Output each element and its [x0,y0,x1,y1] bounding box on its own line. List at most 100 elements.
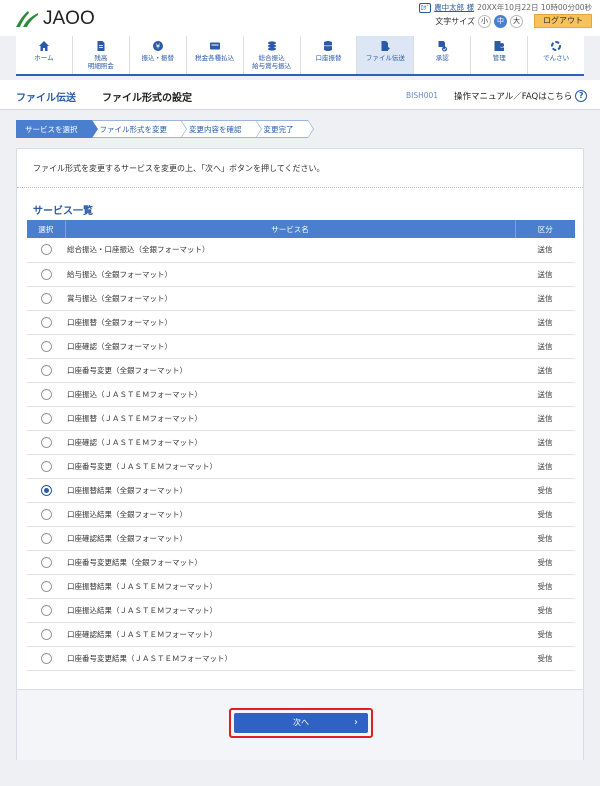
table-row[interactable]: 口座振替結果（ＪＡＳＴＥＭフォーマット） 受信 [27,574,575,599]
service-radio[interactable] [40,508,52,520]
section-title: サービス一覧 [33,206,93,217]
nav-admin[interactable]: 管理 [471,36,529,74]
nav-label: 税金各種払込 [195,54,235,62]
service-name: 賞与振込（全銀フォーマット） [65,286,515,311]
table-row[interactable]: 口座番号変更結果（ＪＡＳＴＥＭフォーマット） 受信 [27,646,575,671]
manual-faq-link[interactable]: 操作マニュアル／FAQはこちら ? [454,90,588,102]
table-row[interactable]: 口座振替（全銀フォーマット） 送信 [27,310,575,335]
select-cell [27,454,65,479]
table-row[interactable]: 口座振込結果（全銀フォーマット） 受信 [27,502,575,527]
action-area: 次へ › [17,689,583,760]
table-row[interactable]: 口座番号変更（全銀フォーマット） 送信 [27,358,575,383]
service-radio[interactable] [40,436,52,448]
service-name: 口座確認結果（全銀フォーマット） [65,526,515,551]
nav-transfer[interactable]: ¥ 振込・振替 [130,36,187,74]
service-radio[interactable] [40,580,52,592]
select-cell [27,502,65,527]
table-row[interactable]: 給与振込（全銀フォーマット） 送信 [27,262,575,287]
page-title-bar: ファイル伝送 ファイル形式の設定 BISH001 操作マニュアル／FAQはこちら… [0,80,600,110]
nav-account-transfer[interactable]: 口座振替 [301,36,358,74]
top-bar: JAOO ﾛｸﾞ 農中太郎 様 20XX年10月22日 10時00分00秒 文字… [0,0,600,36]
logo: JAOO [14,8,95,30]
service-name: 口座番号変更結果（全銀フォーマット） [65,550,515,575]
service-radio[interactable] [40,388,52,400]
nav-label: 残高 明細照会 [87,54,114,70]
step-complete: 変更完了 [255,120,314,138]
svg-text:¥: ¥ [156,43,161,51]
font-size-large-button[interactable]: 大 [510,14,523,28]
table-row[interactable]: 賞与振込（全銀フォーマット） 送信 [27,286,575,311]
nav-label: 承認 [435,54,449,62]
step-change-format: ファイル形式を変更 [91,120,187,138]
nav-label: でんさい [543,54,570,62]
nav-label: ファイル伝送 [365,54,405,62]
service-radio[interactable] [40,628,52,640]
table-row[interactable]: 口座振替（ＪＡＳＴＥＭフォーマット） 送信 [27,406,575,431]
coins-stack-icon [266,40,278,52]
home-icon [38,40,50,52]
document-icon [95,40,107,52]
service-table-body: 総合振込・口座振込（全銀フォーマット） 送信 給与振込（全銀フォーマット） 送信 賞与振… [27,238,575,671]
header-kind: 区分 [515,220,575,238]
table-row[interactable]: 口座番号変更（ＪＡＳＴＥＭフォーマット） 送信 [27,454,575,479]
nav-densai[interactable]: でんさい [528,36,584,74]
service-kind: 送信 [515,286,575,311]
manual-link-label: 操作マニュアル／FAQはこちら [454,92,573,102]
service-kind: 送信 [515,358,575,383]
service-radio[interactable] [40,484,52,496]
table-row[interactable]: 口座確認（全銀フォーマット） 送信 [27,334,575,359]
service-radio[interactable] [40,292,52,304]
service-radio[interactable] [40,316,52,328]
service-radio[interactable] [40,412,52,424]
select-cell [27,526,65,551]
select-cell [27,574,65,599]
service-kind: 受信 [515,502,575,527]
densai-icon [550,40,562,52]
service-radio[interactable] [40,244,52,256]
table-row[interactable]: 口座振替結果（全銀フォーマット） 受信 [27,478,575,503]
service-name: 給与振込（全銀フォーマット） [65,262,515,287]
service-name: 口座振込結果（ＪＡＳＴＥＭフォーマット） [65,598,515,623]
table-row[interactable]: 口座振込（ＪＡＳＴＥＭフォーマット） 送信 [27,382,575,407]
instruction-text: ファイル形式を変更するサービスを変更の上、「次へ」ボタンを押してください。 [33,164,325,173]
ja-leaf-icon [16,11,38,27]
nav-balance[interactable]: 残高 明細照会 [73,36,130,74]
service-table: 選択 サービス名 区分 総合振込・口座振込（全銀フォーマット） 送信 給与振込（全銀… [27,220,575,671]
nav-tax[interactable]: 税金各種払込 [187,36,244,74]
user-name-link[interactable]: 農中太郎 様 [434,2,474,13]
select-cell [27,550,65,575]
select-cell [27,334,65,359]
table-row[interactable]: 口座確認結果（全銀フォーマット） 受信 [27,526,575,551]
logout-button[interactable]: ログアウト [534,14,592,28]
service-radio[interactable] [40,460,52,472]
nav-label: 振込・振替 [141,54,175,62]
service-radio[interactable] [40,340,52,352]
font-size-medium-button[interactable]: 中 [494,14,507,28]
next-button-highlight: 次へ › [229,708,373,738]
nav-bulk-transfer[interactable]: 総合振込 給与賞与振込 [244,36,301,74]
select-cell [27,238,65,263]
table-row[interactable]: 口座番号変更結果（全銀フォーマット） 受信 [27,550,575,575]
table-header-row: 選択 サービス名 区分 [27,220,575,238]
service-radio[interactable] [40,652,52,664]
font-size-small-button[interactable]: 小 [478,14,491,28]
table-row[interactable]: 口座確認結果（ＪＡＳＴＥＭフォーマット） 受信 [27,622,575,647]
nav-home[interactable]: ホーム [16,36,73,74]
nav-label: ホーム [34,54,54,62]
table-row[interactable]: 口座振込結果（ＪＡＳＴＥＭフォーマット） 受信 [27,598,575,623]
service-radio[interactable] [40,268,52,280]
nav-approval[interactable]: 承認 [414,36,472,74]
service-radio[interactable] [40,556,52,568]
table-row[interactable]: 総合振込・口座振込（全銀フォーマット） 送信 [27,238,575,263]
service-name: 口座確認結果（ＪＡＳＴＥＭフォーマット） [65,622,515,647]
chevron-right-icon: › [354,717,358,728]
nav-file-transfer[interactable]: ファイル伝送 [357,36,415,74]
logo-text: JAOO [43,8,95,29]
approval-icon [436,40,448,52]
service-radio[interactable] [40,532,52,544]
next-button[interactable]: 次へ › [234,713,368,733]
service-radio[interactable] [40,364,52,376]
table-row[interactable]: 口座確認（ＪＡＳＴＥＭフォーマット） 送信 [27,430,575,455]
database-icon [322,40,334,52]
service-radio[interactable] [40,604,52,616]
